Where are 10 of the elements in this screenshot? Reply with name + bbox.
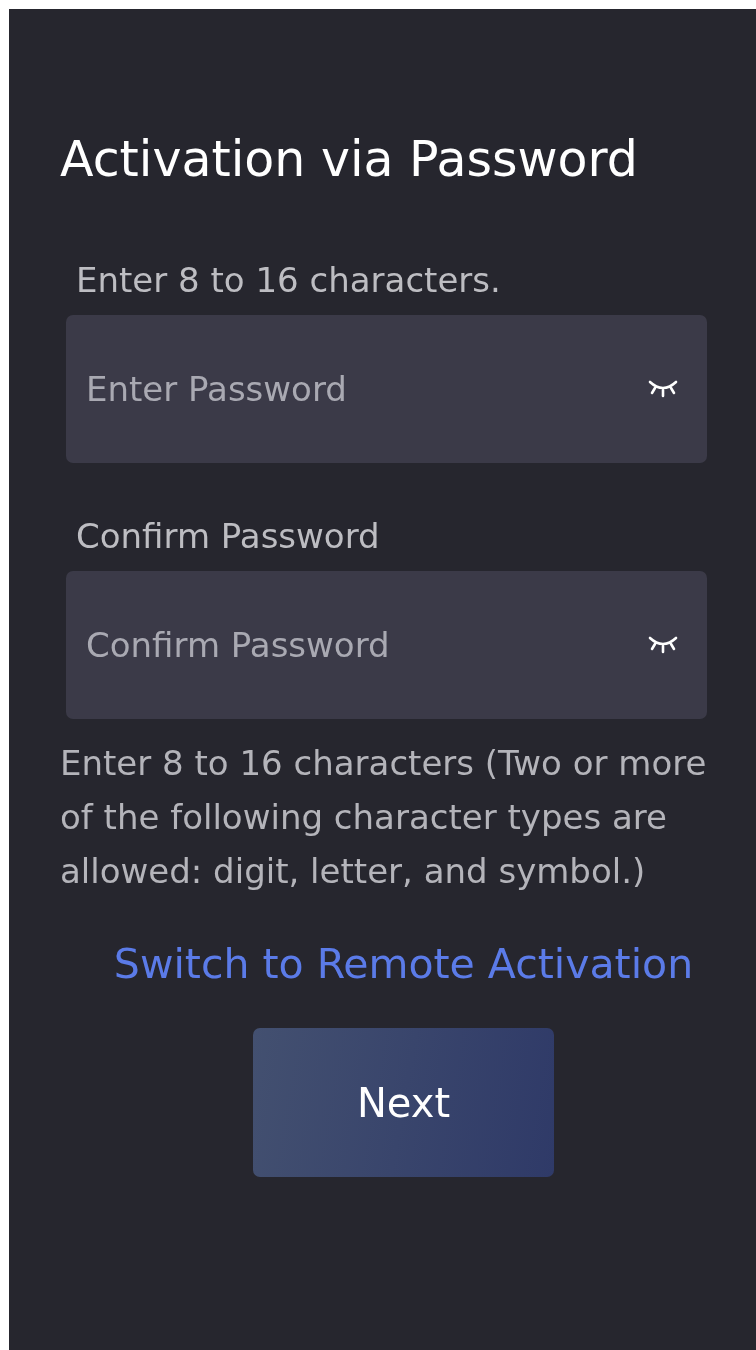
next-button[interactable]: Next bbox=[253, 1028, 554, 1177]
hint-text: Enter 8 to 16 characters (Two or more of the following character types are allowed: digit, letter, and symbol.) bbox=[60, 742, 708, 893]
password-field[interactable]: Confirm Password bbox=[66, 571, 707, 719]
field-label: Enter 8 to 16 characters. bbox=[76, 260, 502, 300]
closed-eye-icon[interactable] bbox=[647, 635, 679, 655]
field-label: Confirm Password bbox=[76, 516, 381, 556]
remote-activation-link[interactable]: Switch to Remote Activation bbox=[113, 938, 694, 990]
closed-eye-icon[interactable] bbox=[647, 379, 679, 399]
password-field[interactable]: Enter Password bbox=[66, 315, 707, 463]
page-title: Activation via Password bbox=[60, 132, 639, 188]
